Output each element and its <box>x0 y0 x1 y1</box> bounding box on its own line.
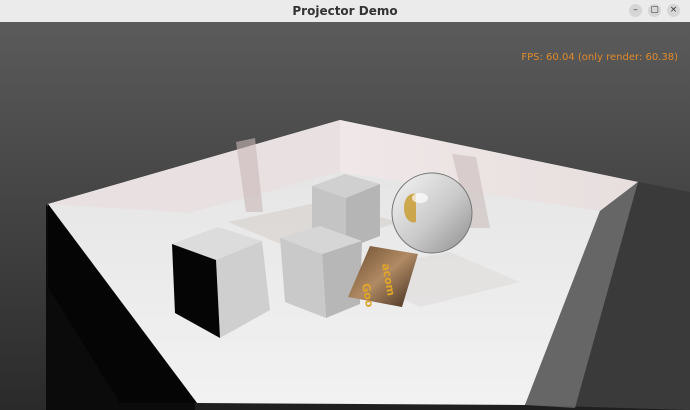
title-bar[interactable]: Projector Demo – ▢ × <box>0 0 690 23</box>
fps-counter: FPS: 60.04 (only render: 60.38) <box>521 52 678 63</box>
sphere-highlight <box>412 193 428 203</box>
render-viewport[interactable]: acom Goo FPS: 60.04 (only render: 60.38) <box>0 22 690 410</box>
app-window: Projector Demo – ▢ × acom Goo FPS: 60.04… <box>0 0 690 410</box>
scene-canvas: acom Goo <box>0 22 690 410</box>
window-controls: – ▢ × <box>629 4 680 17</box>
minimize-icon[interactable]: – <box>629 4 642 17</box>
close-icon[interactable]: × <box>667 4 680 17</box>
window-title: Projector Demo <box>292 4 398 18</box>
maximize-icon[interactable]: ▢ <box>648 4 661 17</box>
reflective-sphere <box>391 172 473 254</box>
